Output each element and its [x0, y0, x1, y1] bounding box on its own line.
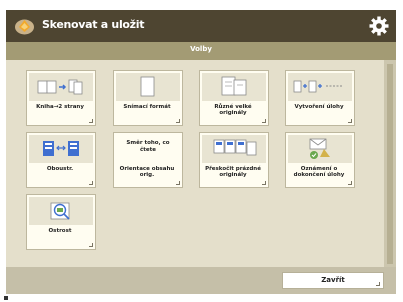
subheader: Volby [6, 42, 396, 60]
tile-label: Oznámení o dokončení úlohy [293, 166, 345, 178]
close-button[interactable]: Zavřít [282, 272, 384, 289]
title-bar: Skenovat a uložit [6, 10, 396, 42]
tile-label: Různé velké originály [214, 104, 252, 116]
tile-label: Přeskočit prázdné originály [205, 166, 261, 178]
scan-store-icon [15, 19, 34, 35]
tile-orig-size[interactable]: Snímací formát [113, 70, 183, 126]
app-title: Skenovat a uložit [42, 18, 145, 31]
tile-mixed-size[interactable]: Různé velké originály [199, 70, 269, 126]
tile-duplex[interactable]: Oboustr. [26, 132, 96, 188]
status-indicator [4, 296, 8, 300]
tile-orig-orientation[interactable]: Směr toho, co čtete Orientace obsahu ori… [113, 132, 183, 188]
tile-label: Vytvoření úlohy [294, 104, 344, 110]
footer: Zavřít [6, 267, 396, 294]
tile-label: Snímací formát [123, 104, 171, 110]
duplex-icon [43, 141, 79, 156]
tile-label: Ostrost [48, 228, 72, 234]
sharpness-icon [50, 202, 70, 220]
notify-done-icon [309, 138, 330, 159]
tile-label: Oboustr. [46, 166, 74, 172]
subheader-title: Volby [190, 45, 212, 53]
book-to-two-pages-icon [37, 79, 83, 95]
scrollbar-thumb[interactable] [387, 64, 393, 264]
options-panel: Kniha→2 strany Snímací formát Různé velk… [6, 60, 384, 267]
orientation-text-icon: Směr toho, co čtete [126, 140, 170, 153]
screen: Skenovat a uložit Volby Kniha→2 strany S… [6, 10, 396, 294]
mixed-size-originals-icon [221, 76, 247, 96]
skip-blank-icon [213, 139, 257, 156]
tile-label: Kniha→2 strany [36, 104, 84, 110]
tile-book-2-pages[interactable]: Kniha→2 strany [26, 70, 96, 126]
close-button-label: Zavřít [321, 276, 345, 284]
tile-label: Orientace obsahu orig. [119, 166, 175, 178]
gear-icon[interactable] [368, 15, 390, 37]
document-icon [140, 76, 155, 97]
tile-job-build[interactable]: Vytvoření úlohy [285, 70, 355, 126]
tile-notify[interactable]: Oznámení o dokončení úlohy [285, 132, 355, 188]
tile-multiple-originals[interactable]: Přeskočit prázdné originály [199, 132, 269, 188]
job-build-icon [293, 80, 342, 93]
tile-sharpness[interactable]: Ostrost [26, 194, 96, 250]
